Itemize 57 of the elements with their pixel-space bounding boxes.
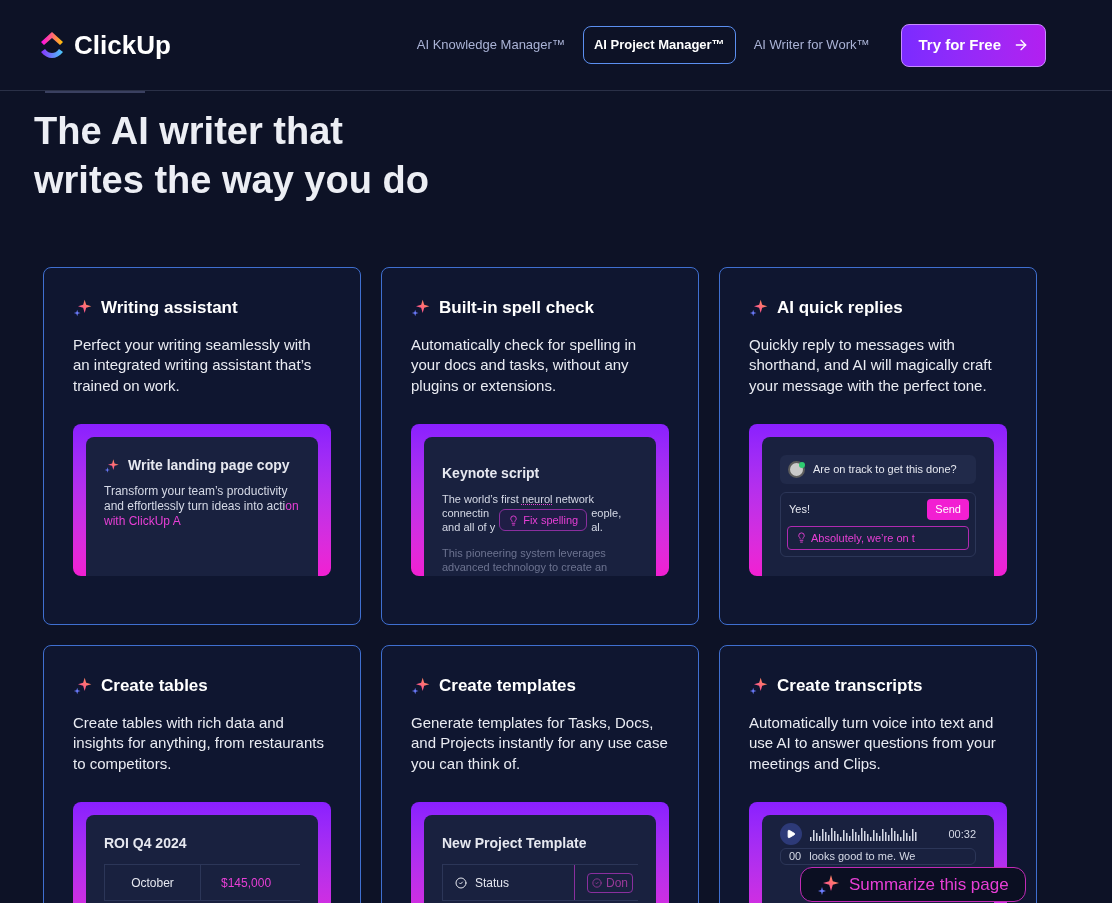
- audio-time: 00:32: [948, 826, 976, 842]
- play-button[interactable]: [780, 823, 802, 845]
- try-free-button[interactable]: Try for Free: [901, 23, 1046, 67]
- play-icon: [786, 829, 796, 839]
- faded-text: This pioneering system leverages advanced technology to create an: [442, 546, 609, 574]
- feature-title: AI quick replies: [777, 297, 903, 319]
- lightbulb-icon: [796, 532, 807, 544]
- preview-title: New Project Template: [442, 834, 588, 853]
- sparkle-icon: [73, 297, 93, 318]
- sparkle-icon: [411, 297, 431, 318]
- document-title: Keynote script: [442, 464, 541, 483]
- hero-title: The AI writer that writes the way you do: [34, 109, 430, 203]
- generated-text: Transform your team’s productivity and effortlessly turn ideas into action with ClickUp A: [104, 484, 300, 529]
- feature-description: Automatically turn voice into text and use AI to answer questions from your meetings and Clips.: [749, 712, 997, 774]
- sparkle-icon: [749, 297, 769, 318]
- sparkle-icon: [104, 457, 120, 474]
- document-text: eople,: [591, 506, 622, 520]
- prompt-title: Write landing page copy: [128, 456, 290, 475]
- table-cell: October: [105, 865, 201, 900]
- fix-spelling-button[interactable]: Fix spelling: [499, 509, 588, 531]
- feature-title: Built-in spell check: [439, 297, 594, 319]
- summarize-button[interactable]: Summarize this page: [800, 867, 1026, 902]
- field-label: Status: [475, 874, 510, 892]
- reply-input[interactable]: Yes!: [787, 501, 810, 518]
- feature-description: Perfect your writing seamlessly with an integrated writing assistant that’s trained on work.: [73, 334, 313, 396]
- send-button[interactable]: Send: [927, 499, 969, 520]
- arrow-right-icon: [1013, 37, 1029, 53]
- nav-link[interactable]: AI Writer for Work™: [743, 27, 880, 63]
- sparkle-icon: [749, 675, 769, 696]
- nav-link[interactable]: AI Project Manager™: [582, 26, 736, 64]
- status-icon: [455, 876, 467, 889]
- logo-text: ClickUp: [74, 28, 171, 62]
- feature-description: Create tables with rich data and insights for anything, from restaurants to competitors.: [73, 712, 325, 774]
- feature-title: Create transcripts: [777, 675, 923, 697]
- feature-title: Writing assistant: [101, 297, 238, 319]
- document-text: al.: [591, 520, 604, 534]
- table-cell-text: $145,000: [220, 874, 273, 892]
- feature-description: Generate templates for Tasks, Docs, and Projects instantly for any use case you can think of.: [411, 712, 669, 774]
- check-icon: [592, 877, 602, 888]
- preview-title: ROI Q4 2024: [104, 834, 188, 853]
- sparkle-icon: [411, 675, 431, 696]
- document-text: connectin: [442, 506, 491, 520]
- caption-text: looks good to me. We: [809, 850, 916, 863]
- avatar-icon: [788, 461, 805, 478]
- feature-title: Create tables: [101, 675, 208, 697]
- caption-time: 00: [789, 850, 802, 863]
- feature-title: Create templates: [439, 675, 576, 697]
- nav-link[interactable]: AI Knowledge Manager™: [406, 27, 575, 63]
- feature-description: Quickly reply to messages with shorthand, and AI will magically craft your message with the perfect tone.: [749, 334, 993, 396]
- document-text: The world’s first neurol network: [442, 492, 596, 506]
- document-text: and all of y: [442, 520, 496, 534]
- feature-description: Automatically check for spelling in your docs and tasks, without any plugins or extensions.: [411, 334, 638, 396]
- suggestion-chip[interactable]: Absolutely, we’re on t: [787, 525, 969, 550]
- lightbulb-icon: [508, 514, 520, 526]
- message-text: Are on track to get this done?: [813, 462, 957, 478]
- sparkle-icon: [73, 675, 93, 696]
- status-tag: Don: [587, 872, 633, 893]
